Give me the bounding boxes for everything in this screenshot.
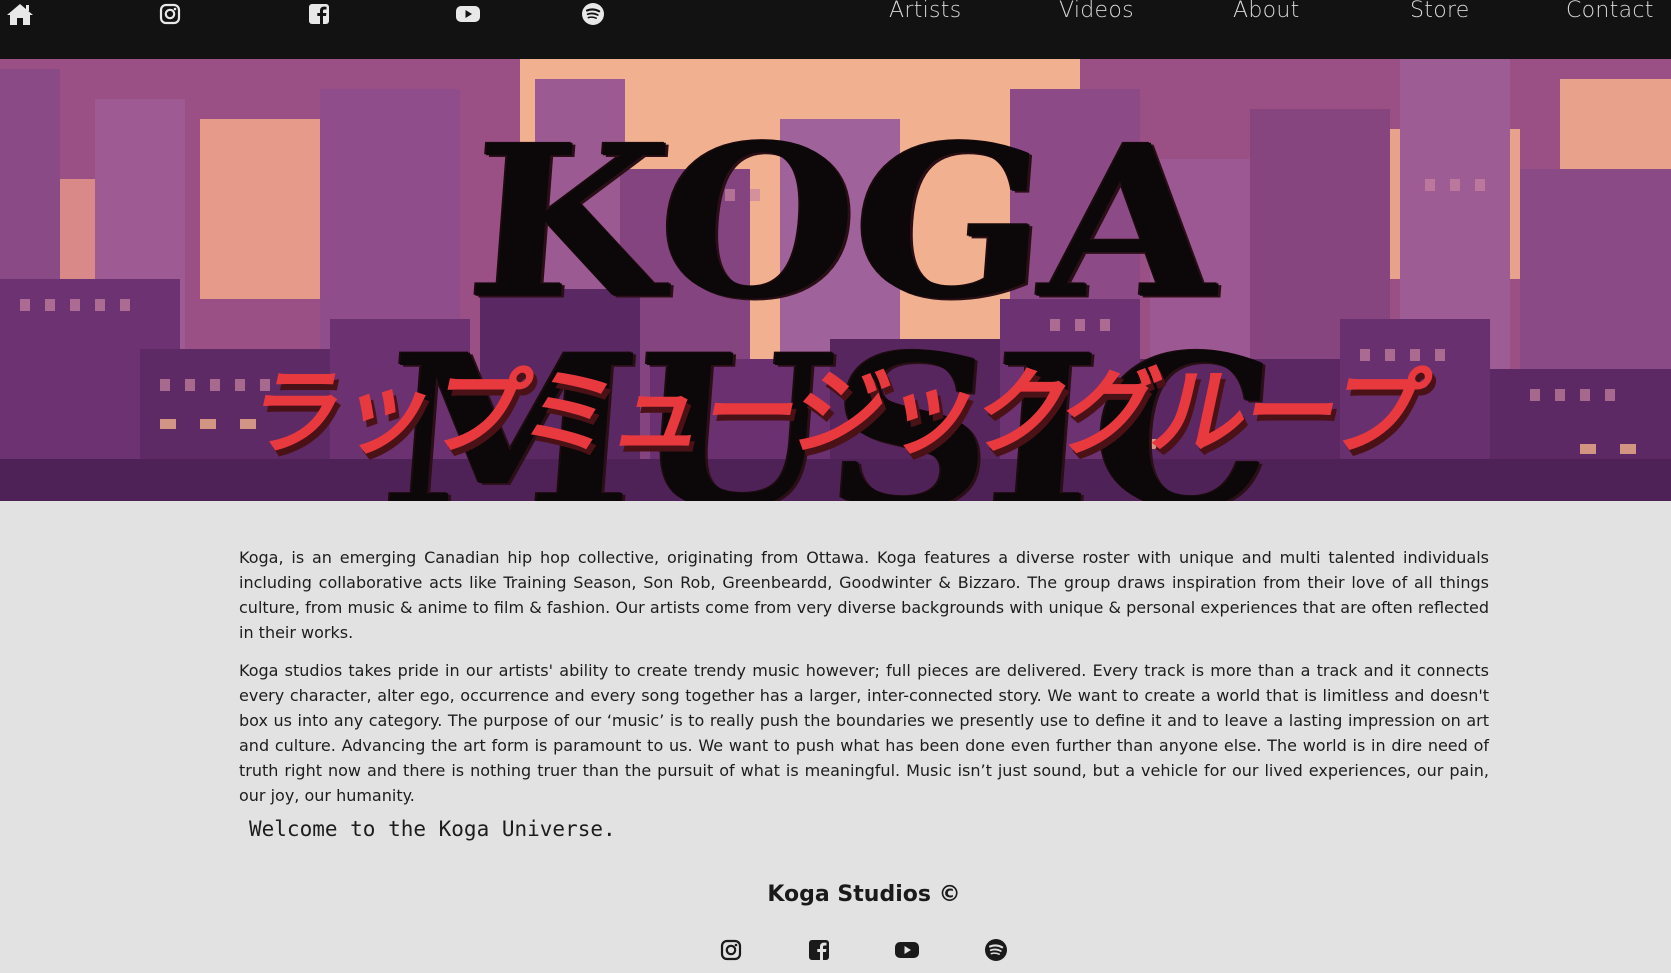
spotify-icon[interactable]	[579, 0, 607, 28]
hero-subtitle: ラップミュージックグループ	[238, 359, 1434, 468]
intro-paragraph: Koga, is an emerging Canadian hip hop co…	[239, 548, 1489, 642]
nav-link-store[interactable]: Store	[1410, 0, 1470, 23]
facebook-icon[interactable]	[806, 937, 832, 963]
mission-paragraph: Koga studios takes pride in our artists'…	[239, 661, 1489, 805]
nav-link-contact[interactable]: Contact	[1566, 0, 1654, 23]
youtube-icon[interactable]	[454, 0, 482, 28]
top-navbar: Artists Videos About Store Contact	[0, 0, 1671, 59]
welcome-text: Welcome to the Koga Universe.	[249, 817, 616, 841]
nav-link-about[interactable]: About	[1233, 0, 1300, 23]
spotify-icon[interactable]	[983, 937, 1009, 963]
instagram-icon[interactable]	[718, 937, 744, 963]
facebook-icon[interactable]	[305, 0, 333, 28]
home-icon[interactable]	[6, 0, 34, 28]
youtube-icon[interactable]	[894, 937, 920, 963]
nav-link-artists[interactable]: Artists	[889, 0, 961, 23]
footer-title: Koga Studios ©	[767, 882, 961, 907]
instagram-icon[interactable]	[156, 0, 184, 28]
hero-banner: KOGA MUSIC ラップミュージックグループ	[0, 59, 1671, 501]
nav-link-videos[interactable]: Videos	[1059, 0, 1134, 23]
